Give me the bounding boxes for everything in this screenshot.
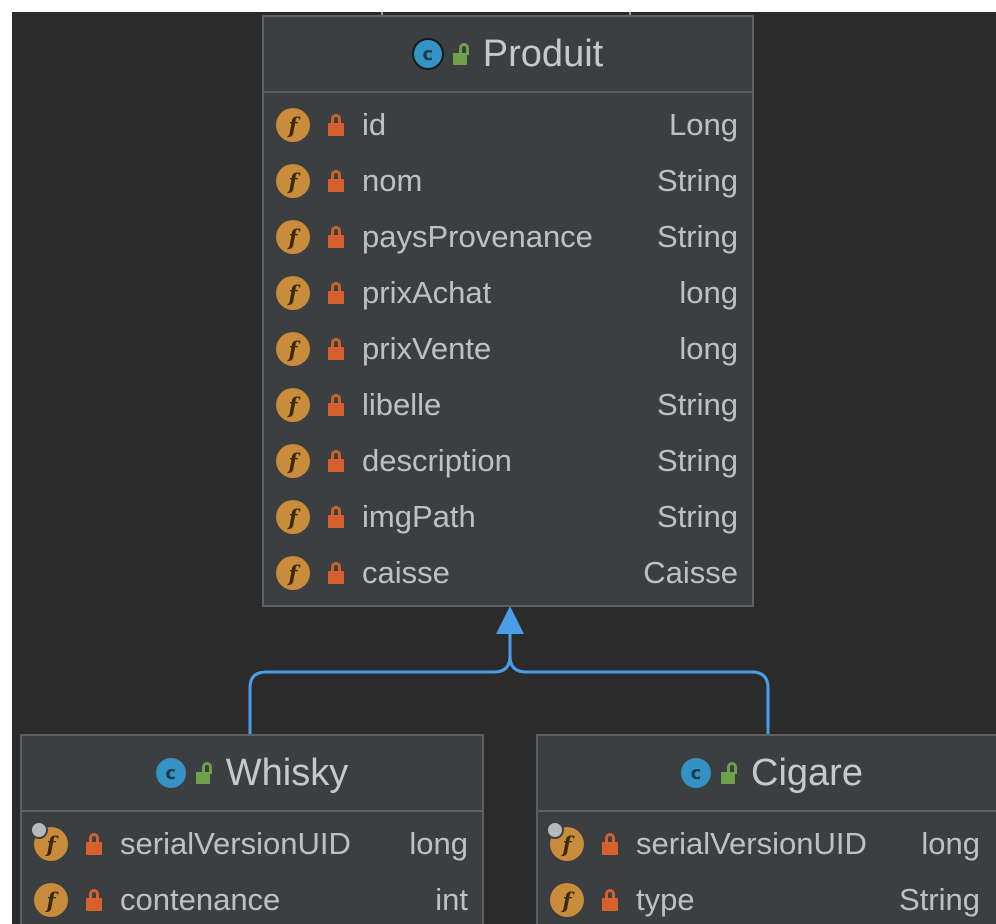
field-icon: f <box>550 883 584 917</box>
private-lock-icon <box>602 889 618 911</box>
field-icon: f <box>276 332 310 366</box>
field-icon: f <box>276 220 310 254</box>
field-type: String <box>657 387 738 422</box>
field-row[interactable]: f paysProvenance String <box>264 209 752 265</box>
field-list: f serialVersionUID long f type String <box>538 812 996 924</box>
private-lock-icon <box>328 450 344 472</box>
pin-icon <box>30 821 48 839</box>
private-lock-icon <box>328 394 344 416</box>
field-icon: f <box>276 108 310 142</box>
field-type: Caisse <box>643 555 738 590</box>
class-header: c Whisky <box>22 736 482 812</box>
field-name: serialVersionUID <box>636 826 867 861</box>
private-lock-icon <box>328 170 344 192</box>
field-icon: f <box>276 276 310 310</box>
class-produit[interactable]: c Produit f id Long f nom String f paysP… <box>262 15 754 607</box>
field-row[interactable]: f serialVersionUID long <box>538 816 996 872</box>
field-name: id <box>362 107 387 142</box>
private-lock-icon <box>86 833 102 855</box>
field-name: type <box>636 882 695 917</box>
field-type: long <box>921 826 980 861</box>
private-lock-icon <box>328 506 344 528</box>
class-name: Produit <box>482 32 604 75</box>
private-lock-icon <box>328 282 344 304</box>
pin-icon <box>546 821 564 839</box>
field-name: prixAchat <box>362 275 492 310</box>
class-icon: c <box>681 758 712 788</box>
field-row[interactable]: f libelle String <box>264 377 752 433</box>
field-icon: f <box>34 883 68 917</box>
private-lock-icon <box>328 226 344 248</box>
field-type: String <box>657 219 738 254</box>
field-row[interactable]: f caisse Caisse <box>264 545 752 601</box>
field-type: String <box>657 499 738 534</box>
field-icon: f <box>276 164 310 198</box>
field-name: imgPath <box>362 499 476 534</box>
field-list: f serialVersionUID long f contenance int <box>22 812 482 924</box>
inheritance-edge-whisky <box>248 632 512 736</box>
field-type: long <box>679 275 738 310</box>
private-lock-icon <box>602 833 618 855</box>
class-name: Cigare <box>751 751 863 794</box>
field-row[interactable]: f nom String <box>264 153 752 209</box>
inheritance-arrowhead <box>496 606 524 634</box>
field-row[interactable]: f imgPath String <box>264 489 752 545</box>
field-row[interactable]: f prixVente long <box>264 321 752 377</box>
class-icon: c <box>155 758 186 788</box>
field-row[interactable]: f contenance int <box>22 872 482 924</box>
field-icon: f <box>276 444 310 478</box>
field-icon: f <box>30 821 68 861</box>
class-header: c Cigare <box>538 736 996 812</box>
class-cigare[interactable]: c Cigare f serialVersionUID long f type … <box>536 734 996 924</box>
field-icon: f <box>276 500 310 534</box>
class-whisky[interactable]: c Whisky f serialVersionUID long f conte… <box>20 734 484 924</box>
field-row[interactable]: f type String <box>538 872 996 924</box>
field-type: String <box>899 882 980 917</box>
class-name: Whisky <box>225 751 349 794</box>
field-icon: f <box>276 388 310 422</box>
public-lock-icon <box>452 43 471 65</box>
inheritance-edge-cigare <box>508 655 770 736</box>
field-name: libelle <box>362 387 442 422</box>
field-name: prixVente <box>362 331 492 366</box>
field-icon: f <box>276 556 310 590</box>
private-lock-icon <box>86 889 102 911</box>
field-row[interactable]: f description String <box>264 433 752 489</box>
field-row[interactable]: f serialVersionUID long <box>22 816 482 872</box>
field-icon: f <box>546 821 584 861</box>
field-type: long <box>679 331 738 366</box>
field-name: contenance <box>120 882 281 917</box>
field-name: nom <box>362 163 423 198</box>
private-lock-icon <box>328 338 344 360</box>
field-name: description <box>362 443 512 478</box>
public-lock-icon <box>195 762 214 784</box>
field-type: Long <box>669 107 738 142</box>
field-type: int <box>435 882 468 917</box>
private-lock-icon <box>328 562 344 584</box>
field-name: serialVersionUID <box>120 826 351 861</box>
field-row[interactable]: f prixAchat long <box>264 265 752 321</box>
field-name: paysProvenance <box>362 219 593 254</box>
public-lock-icon <box>721 762 739 784</box>
field-type: long <box>409 826 468 861</box>
private-lock-icon <box>328 114 344 136</box>
field-type: String <box>657 163 738 198</box>
class-header: c Produit <box>264 17 752 93</box>
field-type: String <box>657 443 738 478</box>
field-list: f id Long f nom String f paysProvenance … <box>264 93 752 601</box>
field-row[interactable]: f id Long <box>264 97 752 153</box>
diagram-canvas: c Produit f id Long f nom String f paysP… <box>12 12 996 924</box>
field-name: caisse <box>362 555 450 590</box>
class-icon: c <box>411 38 444 70</box>
